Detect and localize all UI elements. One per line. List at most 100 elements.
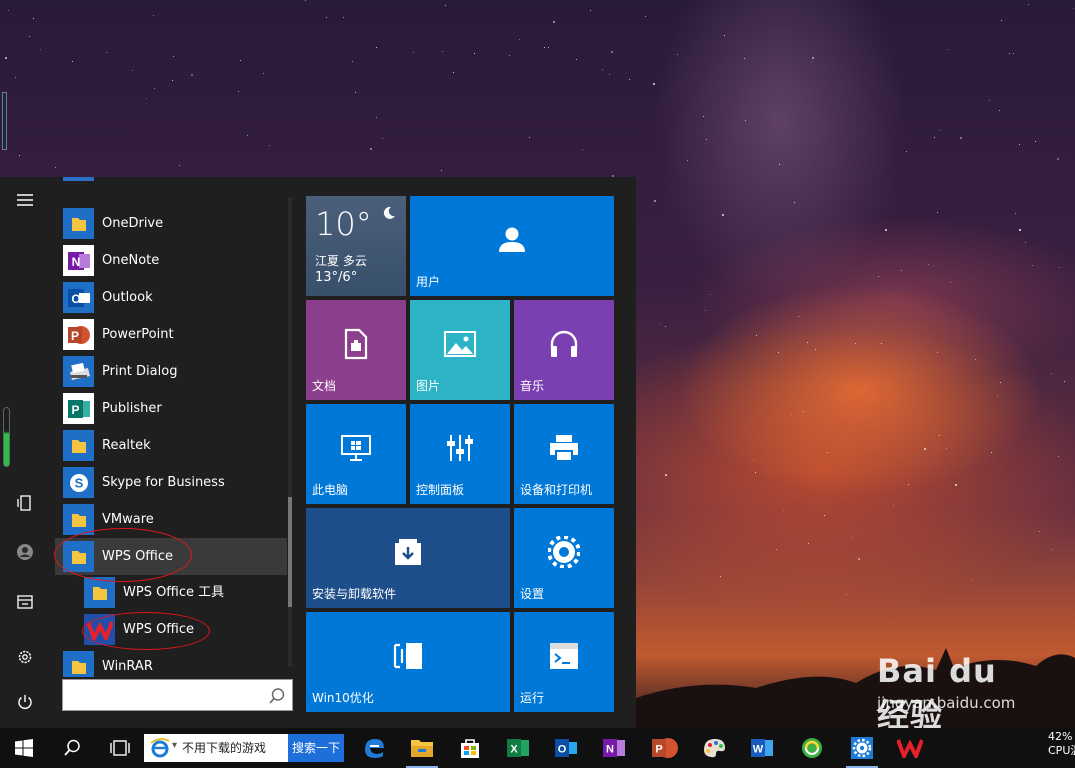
star: [885, 229, 887, 231]
app-item-wps-office-tools[interactable]: WPS Office 工具: [55, 574, 287, 611]
install-uninstall-tile[interactable]: 安装与卸载软件: [306, 508, 510, 608]
printer-icon: [63, 356, 94, 387]
taskbar-file-explorer[interactable]: [400, 728, 444, 768]
star: [376, 47, 377, 48]
star: [1039, 531, 1040, 532]
star: [807, 342, 808, 343]
star: [991, 452, 992, 453]
star: [474, 53, 475, 54]
app-item-onenote[interactable]: N OneNote: [55, 242, 287, 279]
list-item[interactable]: [55, 177, 287, 184]
onedrive-folder-icon: [63, 208, 94, 239]
win10-optimize-tile[interactable]: Win10优化: [306, 612, 510, 712]
tablet-mode-button[interactable]: [0, 483, 50, 523]
app-item-print-dialog[interactable]: Print Dialog: [55, 353, 287, 390]
weather-tile[interactable]: 10° 江夏 多云 13°/6°: [306, 196, 406, 296]
start-search-input[interactable]: [63, 680, 263, 710]
app-item-outlook[interactable]: O Outlook: [55, 279, 287, 316]
documents-button[interactable]: [0, 582, 50, 622]
star: [370, 148, 372, 150]
settings-tile[interactable]: 设置: [514, 508, 614, 608]
user-account-button[interactable]: [0, 532, 50, 572]
start-search-box[interactable]: [62, 679, 293, 711]
taskbar-edge[interactable]: [352, 728, 396, 768]
taskbar-wps[interactable]: [888, 728, 932, 768]
folder-icon: [63, 651, 94, 677]
app-item-wps-office[interactable]: WPS Office: [55, 611, 287, 648]
star: [881, 343, 882, 344]
devices-printers-tile[interactable]: 设备和打印机: [514, 404, 614, 504]
taskbar-store[interactable]: [448, 728, 492, 768]
star: [906, 151, 907, 152]
star: [106, 52, 107, 53]
star: [858, 558, 860, 560]
music-tile[interactable]: 音乐: [514, 300, 614, 400]
power-icon: [18, 695, 32, 709]
taskbar-settings[interactable]: [840, 728, 884, 768]
baidu-watermark: Bai du 经验 jingyan.baidu.com: [877, 652, 1017, 728]
star: [934, 137, 935, 138]
star: [453, 72, 454, 73]
start-button[interactable]: [0, 728, 48, 768]
taskbar-paint[interactable]: [692, 728, 736, 768]
star: [975, 359, 976, 360]
star: [544, 47, 545, 48]
app-item-vmware[interactable]: VMware: [55, 501, 287, 538]
star: [19, 155, 20, 156]
taskbar-word[interactable]: W: [740, 728, 784, 768]
system-tray-cpu-temp[interactable]: 42% CPU温度: [1048, 730, 1075, 766]
taskbar-powerpoint[interactable]: P: [640, 728, 690, 768]
star: [1000, 382, 1001, 383]
tile-label: 此电脑: [312, 483, 349, 497]
task-view-button[interactable]: [96, 728, 144, 768]
user-tile[interactable]: 用户: [410, 196, 614, 296]
settings-rail-button[interactable]: [0, 637, 50, 677]
headphones-icon: [550, 330, 578, 357]
ie-search-widget[interactable]: ▾ 不用下载的游戏 搜索一下: [144, 734, 344, 762]
app-item-onedrive[interactable]: OneDrive: [55, 205, 287, 242]
star: [908, 484, 909, 485]
svg-text:P: P: [70, 329, 78, 343]
star: [154, 88, 155, 89]
taskbar-onenote[interactable]: N: [592, 728, 636, 768]
power-button[interactable]: [0, 682, 50, 722]
360-browser-icon: [802, 738, 822, 758]
star: [590, 10, 591, 11]
app-list-scrollbar[interactable]: [288, 197, 292, 667]
pictures-tile[interactable]: 图片: [410, 300, 510, 400]
star: [1028, 4, 1029, 5]
star: [153, 15, 154, 16]
app-label: PowerPoint: [102, 327, 174, 342]
star: [744, 58, 745, 59]
tile-label: 安装与卸载软件: [312, 587, 397, 601]
ie-search-text[interactable]: 不用下载的游戏: [182, 734, 266, 762]
win10-optimize-icon: [393, 643, 422, 669]
svg-text:N: N: [606, 744, 614, 756]
app-item-skype-for-business[interactable]: S Skype for Business: [55, 464, 287, 501]
taskbar-excel[interactable]: X: [496, 728, 540, 768]
taskbar-outlook[interactable]: O: [544, 728, 588, 768]
monitor-icon: [341, 435, 371, 461]
app-item-realtek[interactable]: Realtek: [55, 427, 287, 464]
taskbar-search-button[interactable]: [48, 728, 96, 768]
app-item-publisher[interactable]: P Publisher: [55, 390, 287, 427]
control-panel-tile[interactable]: 控制面板: [410, 404, 510, 504]
this-pc-tile[interactable]: 此电脑: [306, 404, 406, 504]
star: [172, 80, 173, 81]
app-item-powerpoint[interactable]: P PowerPoint: [55, 316, 287, 353]
app-item-winrar[interactable]: WinRAR: [55, 648, 287, 677]
weather-range: 13°/6°: [315, 270, 358, 285]
app-item-wps-office-folder[interactable]: WPS Office: [55, 538, 287, 575]
hamburger-menu-button[interactable]: [0, 180, 50, 220]
taskbar-360-browser[interactable]: [790, 728, 834, 768]
documents-tile[interactable]: 文档: [306, 300, 406, 400]
scrollbar-thumb[interactable]: [288, 497, 292, 607]
app-label: Realtek: [102, 438, 151, 453]
user-icon: [499, 227, 525, 252]
ie-search-button[interactable]: 搜索一下: [288, 734, 344, 762]
star: [703, 116, 704, 117]
task-view-icon: [110, 740, 130, 756]
green-level-meter: [3, 407, 10, 467]
tile-label: 设备和打印机: [520, 483, 593, 497]
run-tile[interactable]: 运行: [514, 612, 614, 712]
